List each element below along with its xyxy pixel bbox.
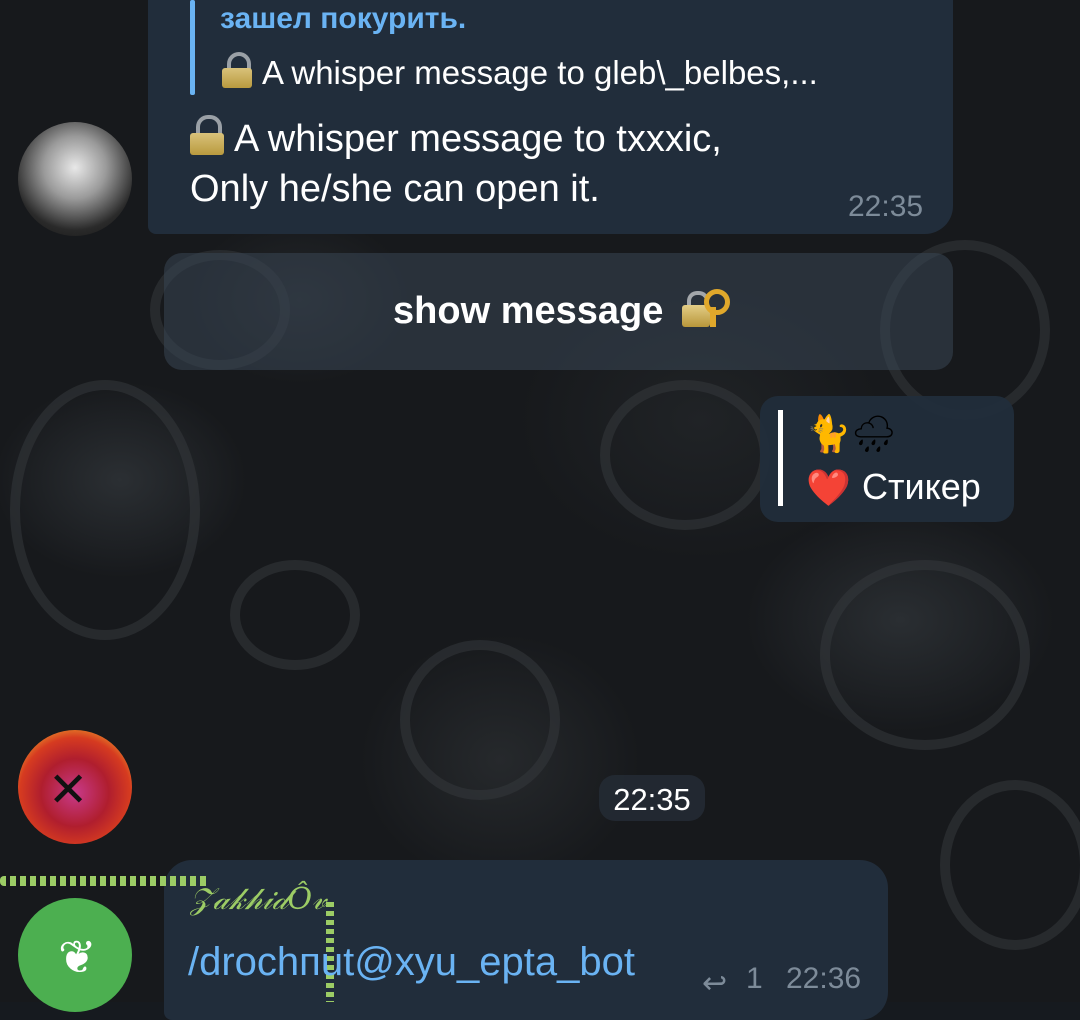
reply-arrow-icon[interactable]: ↩	[702, 966, 727, 1001]
lock-key-icon	[681, 289, 730, 329]
time-pill: 22:35	[599, 775, 705, 821]
lock-icon	[222, 52, 252, 88]
sticker-reply-bubble[interactable]: 🐈🌧 ❤️ Стикер	[760, 396, 1014, 522]
message-text: A whisper message to txxxic, Only he/she…	[190, 114, 722, 214]
show-message-button[interactable]: show message	[164, 253, 953, 370]
reply-quote[interactable]: зашел покурить. A whisper message to gle…	[0, 0, 960, 100]
lock-icon	[190, 115, 224, 155]
sticker-emoji: 🐈🌧	[806, 413, 897, 454]
show-message-label: show message	[393, 290, 664, 332]
sender-name[interactable]: 𝒵𝒶𝓀𝒽𝒾𝒹Ô𝓋	[190, 882, 327, 917]
heart-emoji: ❤️	[806, 467, 851, 508]
avatar-symbol: ✕	[48, 764, 89, 817]
message-time: 22:35	[848, 190, 924, 223]
reply-quote-bar	[190, 0, 195, 95]
message-line2: Only he/she can open it.	[190, 168, 600, 210]
reply-quote-text: A whisper message to gleb\_belbes,...	[222, 52, 818, 92]
message-line1: A whisper message to txxxic,	[234, 118, 722, 160]
avatar[interactable]	[18, 122, 132, 236]
reply-count[interactable]: 1	[746, 962, 763, 996]
leaf-icon: ❦	[58, 931, 97, 983]
sticker-label: Стикер	[862, 466, 981, 507]
sticker-reply-bar	[778, 410, 783, 506]
avatar[interactable]: ❦	[18, 898, 132, 1012]
avatar[interactable]: ✕	[18, 730, 132, 844]
bot-command-link[interactable]: /drochпut@xyu_epta_bot	[188, 940, 635, 985]
message-time: 22:36	[786, 962, 862, 995]
decoration	[0, 876, 210, 886]
reply-quote-title: зашел покурить.	[220, 2, 467, 35]
